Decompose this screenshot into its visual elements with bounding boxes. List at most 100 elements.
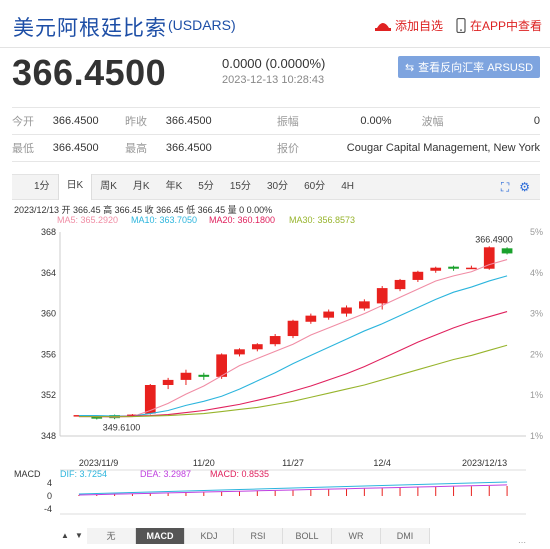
stat-value: 366.4500: [165, 142, 212, 154]
view-in-app-label: 在APP中查看: [470, 19, 543, 33]
x-tick-label: 2023/11/9: [79, 458, 118, 468]
macd-label: MACD: 0.8535: [210, 469, 269, 479]
pct-tick-label: 1%: [530, 431, 543, 441]
candle-body: [287, 320, 299, 337]
reverse-rate-button[interactable]: ⇆ 查看反向汇率 ARSUSD: [398, 56, 540, 78]
add-watch-button[interactable]: 添加自选: [375, 17, 443, 34]
chart-tools: ⛶ ⚙: [501, 180, 530, 195]
candle-body: [251, 344, 263, 350]
tab-period[interactable]: 年K: [158, 175, 191, 199]
current-price: 366.4500: [12, 52, 167, 93]
resize-handle-icon[interactable]: ⋯: [518, 538, 526, 547]
y-tick-label: 360: [41, 309, 56, 319]
x-tick-label: 12/4: [373, 458, 391, 468]
indicator-tab[interactable]: KDJ: [185, 528, 234, 544]
pct-tick-label: 5%: [530, 227, 543, 237]
macd-tick-label: 0: [47, 491, 52, 501]
macd-label: DEA: 3.2987: [140, 469, 191, 479]
candle-body: [430, 267, 442, 271]
currency-code: (USDARS): [168, 17, 236, 33]
ma10-line: [78, 275, 508, 417]
indicator-tab[interactable]: BOLL: [283, 528, 332, 544]
low-label: 349.6100: [103, 422, 141, 432]
tab-period[interactable]: 月K: [125, 175, 158, 199]
y-tick-label: 368: [41, 227, 56, 237]
stat-value: 366.4500: [165, 115, 212, 127]
price-change: 0.0000 (0.0000%): [222, 56, 326, 71]
y-tick-label: 356: [41, 349, 56, 359]
candle-body: [466, 267, 477, 270]
candle-body: [341, 307, 352, 314]
tab-period[interactable]: 30分: [259, 175, 296, 199]
quote-timestamp: 2023-12-13 10:28:43: [222, 74, 325, 86]
tab-period[interactable]: 4H: [333, 175, 362, 199]
tab-period[interactable]: 周K: [92, 175, 125, 199]
scroll-left-icon[interactable]: ▲: [58, 531, 72, 540]
period-tabs: 1分 日K 周K 月K 年K 5分 15分 30分 60分 4H ⛶ ⚙: [12, 174, 540, 200]
y-tick-label: 352: [41, 390, 56, 400]
indicator-tab[interactable]: WR: [332, 528, 381, 544]
pct-tick-label: 4%: [530, 268, 543, 278]
tab-period[interactable]: 60分: [296, 175, 333, 199]
candle-body: [483, 247, 495, 269]
stat-label: 最高: [125, 143, 148, 155]
indicator-tab[interactable]: RSI: [234, 528, 283, 544]
stats-row: 今开 366.4500 昨收 366.4500 振幅 0.00% 波幅 0: [12, 108, 540, 135]
pct-tick-label: 2%: [530, 349, 543, 359]
hat-icon: [375, 22, 391, 31]
candle-body: [359, 301, 370, 309]
ma5-line: [78, 259, 508, 418]
stat-label: 昨收: [125, 116, 148, 128]
view-in-app-button[interactable]: 在APP中查看: [456, 17, 542, 34]
settings-icon[interactable]: ⚙: [519, 180, 530, 195]
reverse-rate-label: 查看反向汇率 ARSUSD: [418, 62, 534, 74]
macd-label: MACD: [14, 469, 41, 479]
x-tick-label: 11/20: [193, 458, 215, 468]
y-tick-label: 348: [41, 431, 56, 441]
candle-body: [162, 379, 174, 385]
stat-value: Cougar Capital Management, New York: [346, 142, 540, 154]
stat-value: 0.00%: [360, 115, 392, 127]
candle-body: [269, 336, 281, 345]
pct-tick-label: 3%: [530, 309, 543, 319]
tab-period[interactable]: 日K: [57, 174, 93, 200]
ma30-line: [78, 344, 508, 418]
indicator-tab[interactable]: MACD: [136, 528, 185, 544]
pct-tick-label: 1%: [530, 390, 543, 400]
kline-chart[interactable]: 368 5% 364 4% 360 3% 356 2% 352 1% 348 1% 366.4900 34…: [0, 224, 550, 524]
indicator-tab[interactable]: 无: [87, 528, 136, 544]
candle-body: [180, 372, 192, 380]
candle-body: [198, 374, 210, 377]
phone-icon: [456, 18, 466, 33]
candle-body: [234, 349, 245, 355]
stat-label: 最低: [12, 143, 34, 155]
x-tick-label: 11/27: [282, 458, 304, 468]
candle-body: [412, 271, 424, 280]
header: 美元阿根廷比索 (USDARS) 添加自选 在APP中查看: [0, 0, 550, 48]
indicator-tabs: 无 MACD KDJ RSI BOLL WR DMI: [57, 528, 430, 544]
stat-label: 今开: [12, 116, 34, 128]
macd-tick-label: 4: [47, 478, 52, 488]
scroll-right-icon[interactable]: ▼: [72, 531, 86, 540]
tab-period[interactable]: 5分: [190, 175, 222, 199]
stat-value: 366.4500: [52, 142, 99, 154]
page-title: 美元阿根廷比索: [13, 17, 167, 40]
stats-row: 最低 366.4500 最高 366.4500 报价 Cougar Capita…: [12, 135, 540, 162]
stat-value: 0: [533, 115, 541, 127]
candle-body: [323, 311, 335, 318]
tab-period[interactable]: 1分: [26, 175, 58, 199]
stat-label: 波幅: [421, 116, 444, 128]
macd-label: DIF: 3.7254: [60, 469, 107, 479]
tab-period[interactable]: 15分: [222, 175, 259, 199]
add-watch-label: 添加自选: [395, 19, 444, 33]
macd-tick-label: -4: [44, 504, 52, 514]
candle-body: [305, 315, 317, 322]
candle-body: [501, 248, 513, 254]
x-tick-label: 2023/12/13: [462, 458, 507, 468]
indicator-tab[interactable]: DMI: [381, 528, 430, 544]
candle-body: [376, 288, 388, 304]
candle-body: [394, 279, 406, 290]
swap-icon: ⇆: [404, 61, 415, 74]
stat-value: 366.4500: [52, 115, 99, 127]
fullscreen-icon[interactable]: ⛶: [501, 180, 509, 195]
